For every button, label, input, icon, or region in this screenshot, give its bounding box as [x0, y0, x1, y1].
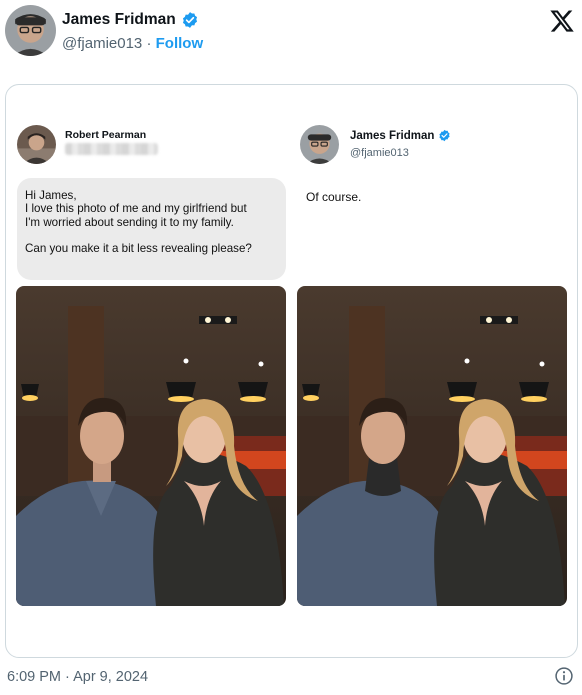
- sender-avatar: [17, 125, 56, 164]
- verified-badge-icon: [438, 129, 451, 142]
- blurred-handle: [65, 143, 158, 155]
- sender-name: Robert Pearman: [65, 129, 147, 141]
- x-logo-icon[interactable]: [549, 8, 575, 34]
- author-name[interactable]: James Fridman: [62, 11, 199, 29]
- author-avatar[interactable]: [5, 5, 56, 56]
- message-line: Can you make it a bit less revealing ple…: [25, 241, 252, 255]
- follow-button[interactable]: Follow: [156, 35, 204, 52]
- responder-avatar: [300, 125, 339, 164]
- verified-badge-icon: [181, 11, 199, 29]
- author-handle[interactable]: @fjamie013: [62, 35, 142, 52]
- message-line: I love this photo of me and my girlfrien…: [25, 202, 247, 216]
- message-line: I'm worried about sending it to my famil…: [25, 215, 234, 229]
- request-message-bubble: Hi James, I love this photo of me and my…: [17, 178, 286, 280]
- responder-handle: @fjamie013: [350, 147, 409, 159]
- author-name-text[interactable]: James Fridman: [62, 11, 176, 29]
- original-photo: [16, 286, 286, 606]
- responder-name-text: James Fridman: [350, 129, 435, 142]
- responder-name: James Fridman: [350, 129, 451, 142]
- edited-photo: [297, 286, 567, 606]
- response-text: Of course.: [306, 190, 362, 204]
- separator-dot: ·: [146, 35, 152, 52]
- author-handle-line: @fjamie013 · Follow: [62, 35, 203, 52]
- message-line: Hi James,: [25, 189, 77, 202]
- tweet-timestamp[interactable]: 6:09 PM · Apr 9, 2024: [7, 669, 148, 685]
- info-icon[interactable]: [554, 666, 574, 686]
